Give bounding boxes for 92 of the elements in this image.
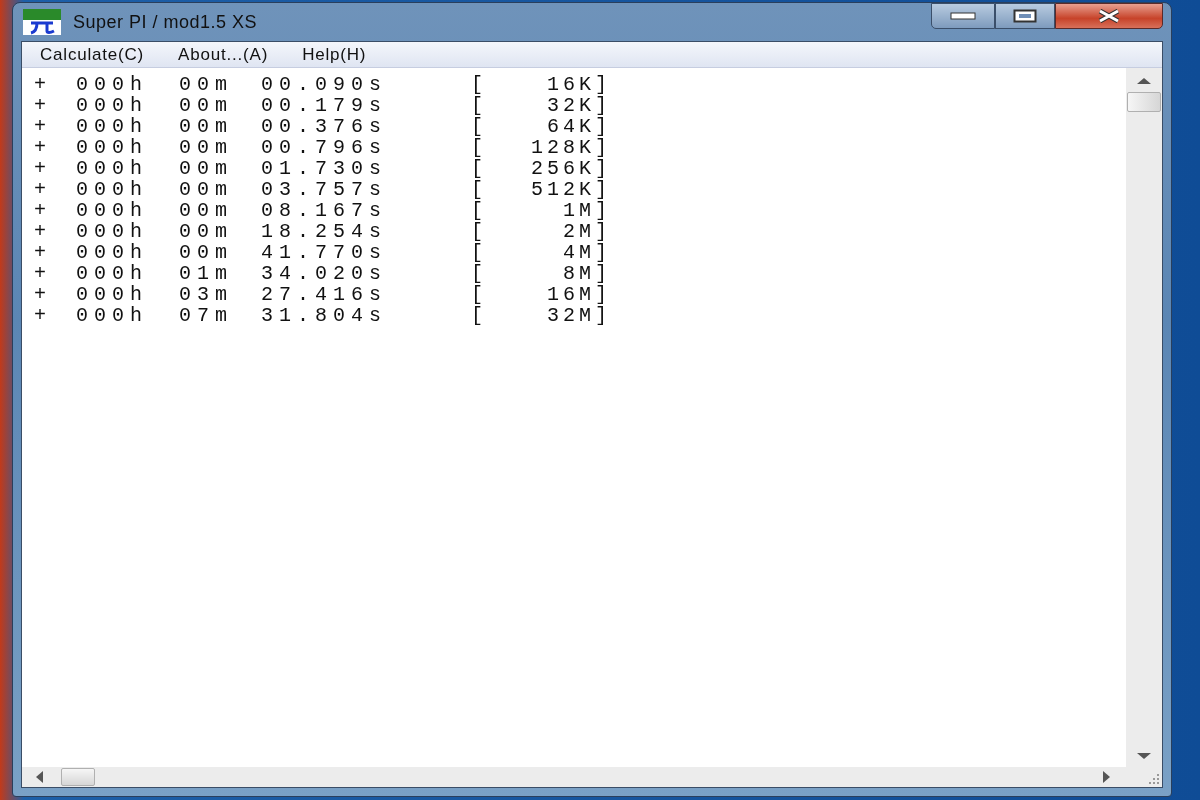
horizontal-scrollbar[interactable] [22, 767, 1126, 787]
sign-text: + [34, 74, 53, 95]
minimize-icon [950, 12, 976, 20]
minutes-text: 00m [179, 221, 234, 242]
size-text: 1M] [562, 200, 611, 221]
minutes-text: 00m [179, 116, 234, 137]
hours-text: 000h [76, 284, 149, 305]
minutes-text: 01m [179, 263, 234, 284]
vertical-scrollbar[interactable] [1126, 68, 1162, 767]
size-text: 8M] [562, 263, 611, 284]
seconds-text: 08.167s [261, 200, 388, 221]
hours-text: 000h [76, 242, 149, 263]
seconds-text: 41.770s [261, 242, 388, 263]
sign-text: + [34, 137, 53, 158]
scroll-thumb[interactable] [61, 768, 95, 786]
hours-text: 000h [76, 95, 149, 116]
size-text: 32M] [546, 305, 611, 326]
minimize-button[interactable] [931, 3, 995, 29]
hours-text: 000h [76, 179, 149, 200]
hours-text: 000h [76, 158, 149, 179]
bracket-text: [ [471, 305, 490, 326]
minutes-text: 07m [179, 305, 234, 326]
seconds-text: 27.416s [261, 284, 388, 305]
seconds-text: 18.254s [261, 221, 388, 242]
bracket-text: [ [471, 137, 490, 158]
seconds-text: 00.376s [261, 116, 388, 137]
hours-text: 000h [76, 116, 149, 137]
maximize-icon [1013, 9, 1037, 23]
sign-text: + [34, 116, 53, 137]
close-button[interactable] [1055, 3, 1163, 29]
sign-text: + [34, 179, 53, 200]
minutes-text: 00m [179, 158, 234, 179]
hours-text: 000h [76, 74, 149, 95]
minutes-text: 00m [179, 179, 234, 200]
size-text: 512K] [530, 179, 611, 200]
sign-text: + [34, 221, 53, 242]
scroll-up-icon[interactable] [1137, 78, 1151, 84]
seconds-text: 34.020s [261, 263, 388, 284]
menu-item[interactable]: Help(H) [302, 41, 367, 68]
sign-text: + [34, 242, 53, 263]
sign-text: + [34, 200, 53, 221]
hours-text: 000h [76, 263, 149, 284]
menu-item[interactable]: About...(A) [178, 41, 269, 68]
resize-grip-icon[interactable] [1148, 773, 1160, 785]
window-title: Super PI / mod1.5 XS [73, 10, 258, 34]
sign-text: + [34, 158, 53, 179]
bracket-text: [ [471, 242, 490, 263]
size-text: 32K] [546, 95, 611, 116]
seconds-text: 31.804s [261, 305, 388, 326]
bracket-text: [ [471, 179, 490, 200]
sign-text: + [34, 305, 53, 326]
sign-text: + [34, 95, 53, 116]
hours-text: 000h [76, 137, 149, 158]
size-text: 256K] [530, 158, 611, 179]
maximize-button[interactable] [995, 3, 1055, 29]
scroll-right-icon[interactable] [1103, 771, 1110, 783]
size-text: 4M] [562, 242, 611, 263]
minutes-text: 00m [179, 95, 234, 116]
sign-text: + [34, 263, 53, 284]
minutes-text: 00m [179, 137, 234, 158]
scroll-thumb[interactable] [1127, 92, 1161, 112]
hours-text: 000h [76, 221, 149, 242]
minutes-text: 00m [179, 200, 234, 221]
size-text: 16M] [546, 284, 611, 305]
seconds-text: 00.179s [261, 95, 388, 116]
minutes-text: 00m [179, 74, 234, 95]
size-text: 16K] [546, 74, 611, 95]
size-text: 128K] [530, 137, 611, 158]
bracket-text: [ [471, 221, 490, 242]
bracket-text: [ [471, 200, 490, 221]
hours-text: 000h [76, 305, 149, 326]
hours-text: 000h [76, 200, 149, 221]
bracket-text: [ [471, 95, 490, 116]
sign-text: + [34, 284, 53, 305]
seconds-text: 00.796s [261, 137, 388, 158]
close-icon [1096, 9, 1122, 23]
scroll-left-icon[interactable] [36, 771, 43, 783]
minutes-text: 03m [179, 284, 234, 305]
menu-item[interactable]: Calculate(C) [40, 41, 145, 68]
size-text: 2M] [562, 221, 611, 242]
bracket-text: [ [471, 74, 490, 95]
scroll-down-icon[interactable] [1137, 753, 1151, 759]
seconds-text: 00.090s [261, 74, 388, 95]
app-logo-icon [23, 9, 61, 35]
bracket-text: [ [471, 284, 490, 305]
size-text: 64K] [546, 116, 611, 137]
seconds-text: 03.757s [261, 179, 388, 200]
bracket-text: [ [471, 116, 490, 137]
seconds-text: 01.730s [261, 158, 388, 179]
minutes-text: 00m [179, 242, 234, 263]
bracket-text: [ [471, 263, 490, 284]
bracket-text: [ [471, 158, 490, 179]
